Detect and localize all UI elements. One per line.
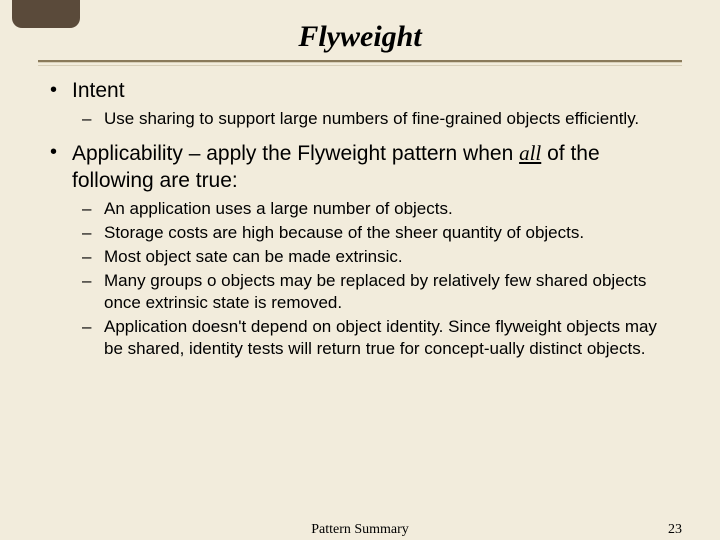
slide-body: Intent Use sharing to support large numb… xyxy=(0,66,720,361)
intent-sub-0: Use sharing to support large numbers of … xyxy=(100,108,674,130)
applic-sub-1: Storage costs are high because of the sh… xyxy=(100,222,674,244)
footer-page-number: 23 xyxy=(668,522,682,538)
applic-sub-3: Many groups o objects may be replaced by… xyxy=(100,270,674,314)
applic-sub-0: An application uses a large number of ob… xyxy=(100,198,674,220)
bullet-intent: Intent Use sharing to support large numb… xyxy=(68,78,674,130)
bullet-intent-label: Intent xyxy=(72,78,674,104)
applic-sub-4: Application doesn't depend on object ide… xyxy=(100,316,674,360)
slide-title: Flyweight xyxy=(0,0,720,60)
applic-sub-2: Most object sate can be made extrinsic. xyxy=(100,246,674,268)
applic-pre: Applicability – apply the Flyweight patt… xyxy=(72,142,519,165)
slide-tab-decoration xyxy=(12,0,80,28)
applic-emph: all xyxy=(519,141,541,165)
title-rule xyxy=(38,60,682,63)
bullet-applicability: Applicability – apply the Flyweight patt… xyxy=(68,140,674,360)
footer-center-text: Pattern Summary xyxy=(311,522,409,538)
bullet-applicability-label: Applicability – apply the Flyweight patt… xyxy=(72,140,674,194)
